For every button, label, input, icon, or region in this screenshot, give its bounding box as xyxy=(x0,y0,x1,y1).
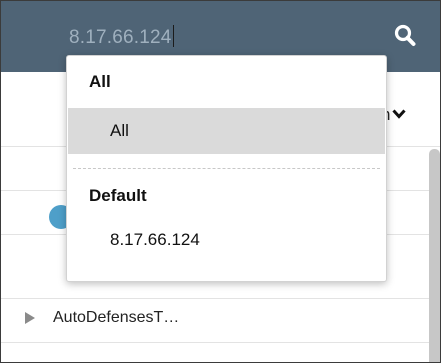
row-divider xyxy=(1,342,440,343)
expand-arrow-icon[interactable] xyxy=(25,312,35,324)
chevron-down-icon xyxy=(392,109,407,119)
dropdown-group-title: Default xyxy=(89,186,147,205)
scrollbar[interactable] xyxy=(429,149,440,362)
tree-row[interactable]: AutoDefensesT… xyxy=(1,298,440,342)
dropdown-item-label: 8.17.66.124 xyxy=(110,230,200,249)
dropdown-divider xyxy=(73,168,380,169)
search-icon xyxy=(394,24,416,46)
dropdown-item-label: All xyxy=(110,121,129,140)
tree-row-label: AutoDefensesT… xyxy=(53,309,180,326)
dropdown-item-address[interactable]: 8.17.66.124 xyxy=(68,217,385,263)
text-caret xyxy=(172,25,174,47)
dropdown-group-title: All xyxy=(89,72,111,91)
search-input[interactable]: 8.17.66.124 xyxy=(69,25,174,49)
dropdown-item-all[interactable]: All xyxy=(68,108,385,154)
app-frame: 8.17.66.124 n IDT AutoDefensesT… All All… xyxy=(0,0,441,363)
search-scope-dropdown: All All Default 8.17.66.124 xyxy=(66,55,387,282)
search-button[interactable] xyxy=(393,21,419,51)
